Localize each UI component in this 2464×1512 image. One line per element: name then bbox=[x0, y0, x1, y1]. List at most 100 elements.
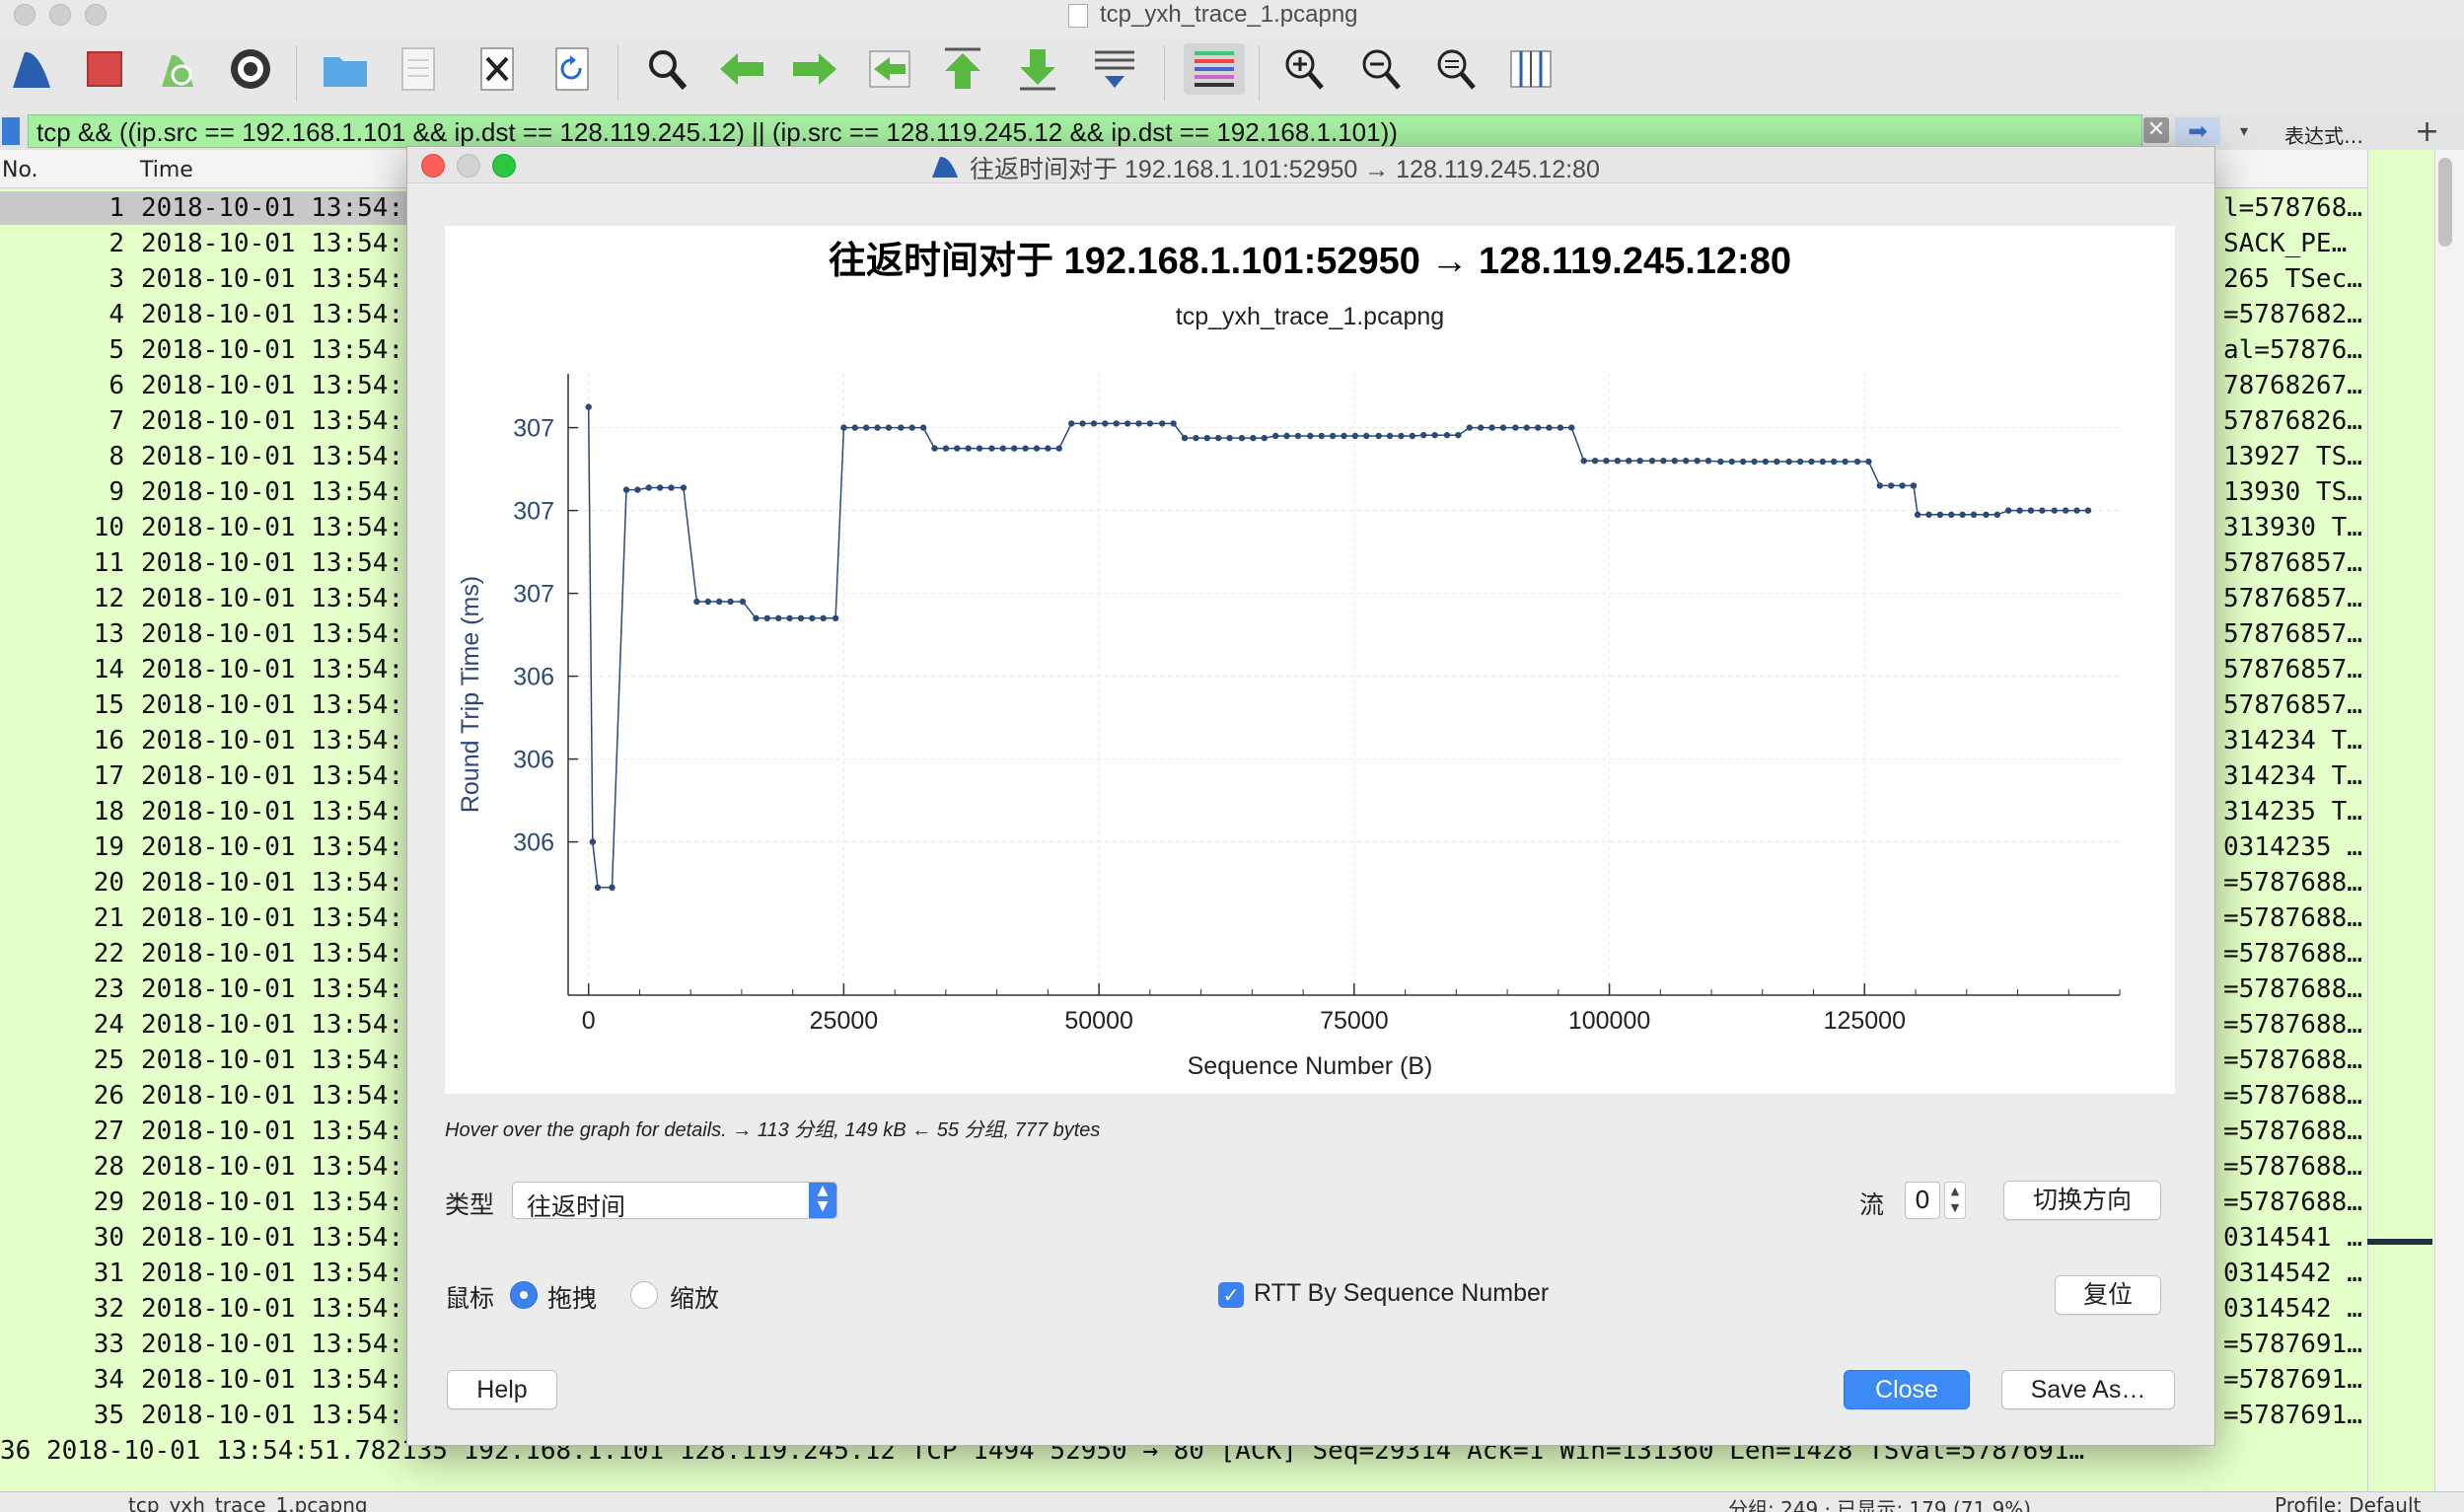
packet-time: 2018-10-01 13:54: bbox=[141, 193, 404, 223]
open-file-button[interactable] bbox=[320, 43, 371, 95]
apply-filter-arrow-icon[interactable]: ➡ bbox=[2175, 117, 2220, 145]
zoom-radio-label[interactable]: 缩放 bbox=[670, 1279, 719, 1315]
rtt-data-point bbox=[1682, 458, 1690, 465]
packet-time: 2018-10-01 13:54: bbox=[141, 832, 404, 862]
packet-time: 2018-10-01 13:54: bbox=[141, 1401, 404, 1430]
window-title: tcp_yxh_trace_1.pcapng bbox=[1100, 1, 1358, 28]
packet-number: 28 bbox=[93, 1152, 124, 1182]
packet-info: 0314541 … bbox=[2223, 1223, 2362, 1253]
close-button[interactable]: Close bbox=[1844, 1370, 1970, 1409]
packet-number: 2 bbox=[109, 229, 124, 258]
status-profile[interactable]: Profile: Default bbox=[2275, 1493, 2421, 1512]
stream-spinbox[interactable]: 0 bbox=[1905, 1182, 1940, 1219]
rtt-data-point bbox=[1831, 458, 1838, 466]
close-file-button[interactable] bbox=[471, 43, 523, 95]
packet-minimap[interactable] bbox=[2367, 150, 2435, 1491]
rtt-data-point bbox=[634, 486, 641, 493]
reload-file-button[interactable] bbox=[546, 43, 598, 95]
start-capture-button[interactable] bbox=[6, 43, 57, 95]
clear-filter-icon[interactable]: ✕ bbox=[2143, 117, 2169, 143]
packet-time: 2018-10-01 13:54: bbox=[141, 1188, 404, 1217]
filter-expression-button[interactable]: 表达式… bbox=[2284, 120, 2363, 149]
packet-time: 2018-10-01 13:54: bbox=[141, 868, 404, 898]
dialog-titlebar: 往返时间对于 192.168.1.101:52950 → 128.119.245… bbox=[407, 147, 2214, 183]
rtt-data-point bbox=[1626, 458, 1632, 465]
display-filter-input[interactable]: tcp && ((ip.src == 192.168.1.101 && ip.d… bbox=[28, 114, 2142, 148]
dialog-zoom-button[interactable] bbox=[492, 154, 516, 178]
zoom-in-button[interactable] bbox=[1278, 43, 1330, 95]
rtt-data-point bbox=[1193, 434, 1199, 442]
drag-radio-label[interactable]: 拖拽 bbox=[547, 1279, 597, 1315]
packet-number: 27 bbox=[93, 1116, 124, 1146]
folder-icon bbox=[324, 57, 367, 87]
help-button[interactable]: Help bbox=[447, 1370, 557, 1409]
add-filter-button[interactable]: + bbox=[2415, 114, 2439, 149]
first-packet-button[interactable] bbox=[937, 43, 988, 95]
rtt-data-point bbox=[1557, 424, 1564, 431]
rtt-data-point bbox=[1865, 458, 1872, 466]
go-to-packet-button[interactable] bbox=[864, 43, 915, 95]
dialog-minimize-button[interactable] bbox=[457, 154, 480, 178]
auto-scroll-button[interactable] bbox=[1089, 43, 1140, 95]
go-forward-button[interactable] bbox=[789, 43, 840, 95]
rtt-data-point bbox=[2062, 507, 2069, 514]
packet-number: 24 bbox=[93, 1010, 124, 1040]
resize-columns-button[interactable] bbox=[1505, 43, 1557, 95]
packet-list-scrollbar[interactable] bbox=[2434, 150, 2464, 1491]
window-minimize-button[interactable] bbox=[49, 4, 71, 26]
bookmark-icon[interactable] bbox=[2, 117, 20, 145]
rtt-data-point bbox=[1499, 424, 1507, 431]
rtt-data-point bbox=[715, 598, 723, 606]
scrollbar-thumb[interactable] bbox=[2438, 158, 2452, 247]
packet-number: 34 bbox=[93, 1365, 124, 1395]
capture-options-button[interactable] bbox=[225, 43, 276, 95]
rtt-data-point bbox=[1983, 511, 1990, 518]
last-packet-button[interactable] bbox=[1012, 43, 1063, 95]
save-file-button[interactable] bbox=[393, 43, 444, 95]
rtt-data-point bbox=[1375, 432, 1382, 440]
find-packet-button[interactable] bbox=[641, 43, 692, 95]
restart-capture-button[interactable] bbox=[152, 43, 203, 95]
rtt-data-point bbox=[1717, 458, 1724, 466]
rtt-plot[interactable]: 往返时间对于 192.168.1.101:52950 → 128.119.245… bbox=[445, 226, 2175, 1094]
rtt-data-point bbox=[976, 445, 983, 452]
normal-size-button[interactable] bbox=[1430, 43, 1482, 95]
packet-time: 2018-10-01 13:54: bbox=[141, 1045, 404, 1075]
colorize-button[interactable] bbox=[1184, 43, 1245, 95]
save-as-button[interactable]: Save As… bbox=[2001, 1370, 2175, 1409]
switch-direction-button[interactable]: 切换方向 bbox=[2003, 1181, 2161, 1220]
reset-button[interactable]: 复位 bbox=[2055, 1275, 2161, 1315]
rtt-data-point bbox=[1959, 511, 1966, 518]
packet-info: 265 TSec… bbox=[2223, 264, 2362, 294]
drag-radio[interactable] bbox=[510, 1281, 538, 1309]
column-header-no[interactable]: No. bbox=[2, 158, 38, 182]
rtt-by-seq-label[interactable]: RTT By Sequence Number bbox=[1254, 1279, 1549, 1308]
window-zoom-button[interactable] bbox=[85, 4, 107, 26]
filter-history-chevron-icon[interactable]: ▾ bbox=[2231, 118, 2257, 144]
window-close-button[interactable] bbox=[14, 4, 36, 26]
stop-capture-button[interactable] bbox=[79, 43, 130, 95]
rtt-data-point bbox=[1704, 458, 1712, 465]
type-select[interactable]: 往返时间 ▲ ▼ bbox=[512, 1182, 837, 1221]
packet-number: 31 bbox=[93, 1259, 124, 1288]
packet-info: 0314542 … bbox=[2223, 1259, 2362, 1288]
toolbar-separator bbox=[617, 45, 618, 101]
rtt-data-point bbox=[1948, 511, 1955, 518]
packet-number: 32 bbox=[93, 1294, 124, 1324]
column-header-time[interactable]: Time bbox=[140, 158, 193, 182]
packet-number: 15 bbox=[93, 690, 124, 720]
stream-stepper-icon[interactable]: ▲ ▼ bbox=[1944, 1182, 1966, 1219]
rtt-data-point bbox=[832, 614, 839, 621]
packet-info: al=57876… bbox=[2223, 335, 2362, 365]
rtt-data-point bbox=[1762, 458, 1770, 466]
main-toolbar bbox=[0, 34, 2464, 115]
rtt-chart[interactable]: 往返时间对于 192.168.1.101:52950 → 128.119.245… bbox=[445, 226, 2175, 1094]
zoom-radio[interactable] bbox=[630, 1281, 658, 1309]
arrow-up-icon bbox=[945, 47, 980, 89]
rtt-data-point bbox=[1925, 511, 1932, 518]
go-back-button[interactable] bbox=[716, 43, 767, 95]
rtt-by-seq-checkbox[interactable]: ✓ bbox=[1218, 1282, 1244, 1308]
dialog-close-button[interactable] bbox=[421, 154, 445, 178]
zoom-out-button[interactable] bbox=[1355, 43, 1407, 95]
chart-subtitle: tcp_yxh_trace_1.pcapng bbox=[1176, 303, 1444, 330]
